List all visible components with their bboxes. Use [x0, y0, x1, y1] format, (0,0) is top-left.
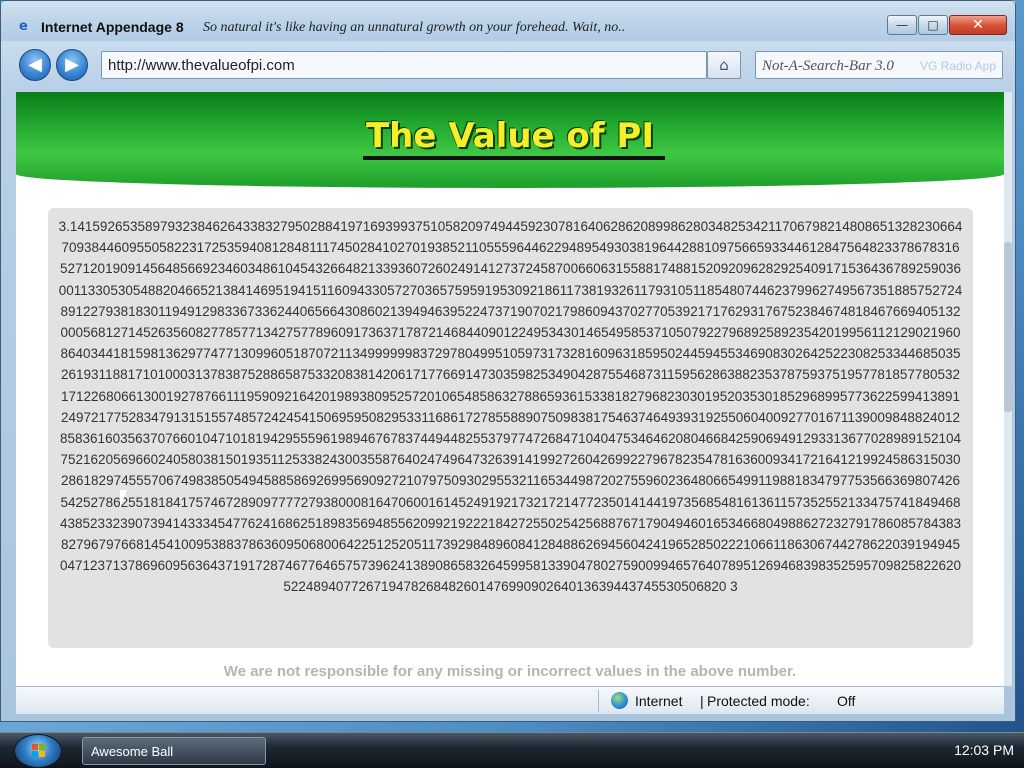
- page-content: The Value of PI 3.1415926535897932384626…: [16, 92, 1004, 686]
- zone-separator: |: [700, 693, 704, 709]
- mouse-cursor-icon: [120, 490, 134, 508]
- search-ghost-label: VG Radio App: [919, 59, 996, 73]
- title-bar[interactable]: e Internet Appendage 8 So natural it's l…: [1, 1, 1015, 41]
- title-underline: [363, 156, 665, 160]
- scrollbar-thumb[interactable]: [1004, 242, 1012, 412]
- status-bar: Internet | Protected mode: Off: [16, 686, 1004, 714]
- disclaimer-text: We are not responsible for any missing o…: [223, 663, 797, 680]
- maximize-button[interactable]: □: [918, 15, 948, 35]
- protected-mode-label: Protected mode:: [707, 693, 810, 709]
- system-clock[interactable]: 12:03 PM: [954, 742, 1014, 758]
- protected-mode-value: Off: [837, 693, 856, 709]
- forward-button[interactable]: ▶: [56, 49, 88, 81]
- vertical-scrollbar[interactable]: [1004, 92, 1012, 686]
- back-button[interactable]: ◀: [19, 49, 51, 81]
- minimize-button[interactable]: —: [887, 15, 917, 35]
- window-subtitle: So natural it's like having an unnatural…: [203, 20, 626, 35]
- globe-icon: [611, 692, 628, 709]
- address-url: http://www.thevalueofpi.com: [108, 57, 295, 74]
- close-button[interactable]: ✕: [949, 15, 1007, 35]
- home-icon[interactable]: ⌂: [707, 51, 741, 79]
- taskbar-item-label: Awesome Ball: [91, 744, 174, 759]
- ie-icon: e: [19, 19, 28, 34]
- windows-logo-icon: [32, 744, 46, 758]
- search-input[interactable]: Not-A-Search-Bar 3.0 VG Radio App: [755, 51, 1003, 79]
- pi-digits-box: 3.14159265358979323846264338327950288419…: [48, 208, 973, 648]
- taskbar: Awesome Ball 12:03 PM: [0, 732, 1024, 768]
- page-title: The Value of PI: [365, 116, 654, 156]
- taskbar-item-awesome-ball[interactable]: Awesome Ball: [82, 737, 266, 765]
- pi-digits: 3.14159265358979323846264338327950288419…: [58, 219, 963, 595]
- zone-label: Internet: [635, 693, 683, 709]
- search-placeholder: Not-A-Search-Bar 3.0: [762, 58, 894, 74]
- window-title: Internet Appendage 8: [41, 19, 184, 35]
- address-bar[interactable]: http://www.thevalueofpi.com: [101, 51, 707, 79]
- security-zone[interactable]: Internet | Protected mode: Off: [598, 690, 898, 712]
- start-button[interactable]: [14, 734, 62, 768]
- page-banner: The Value of PI: [16, 92, 1004, 188]
